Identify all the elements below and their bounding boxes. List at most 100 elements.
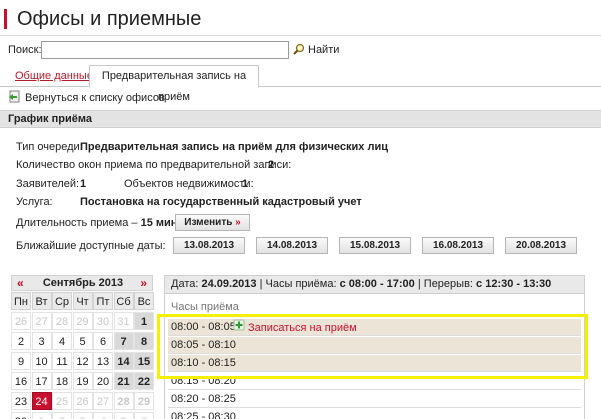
calendar-day: 27 bbox=[93, 392, 113, 410]
queue-type-row: Тип очереди: bbox=[16, 141, 83, 153]
queue-type-value: Предварительная запись на приём для физи… bbox=[80, 141, 388, 153]
calendar-day[interactable]: 9 bbox=[11, 352, 31, 370]
calendar-day[interactable]: 19 bbox=[72, 372, 93, 390]
time-slot[interactable]: 08:15 - 08:20 bbox=[168, 373, 581, 390]
windows-value: 2 bbox=[268, 159, 275, 171]
nearest-date-button[interactable]: 14.08.2013 bbox=[256, 237, 328, 254]
calendar-day[interactable]: 24 bbox=[31, 392, 52, 410]
calendar-day: 26 bbox=[72, 392, 93, 410]
windows-label: Количество окон приема по предварительно… bbox=[16, 159, 292, 171]
slots-column-title: Часы приёма bbox=[171, 301, 239, 313]
nearest-dates-label: Ближайшие доступные даты: bbox=[16, 240, 166, 252]
time-slot-label: 08:10 - 08:15 bbox=[171, 357, 236, 369]
schedule-header: Дата: 24.09.2013 | Часы приёма: с 08:00 … bbox=[165, 276, 584, 294]
calendar-day: 30 bbox=[11, 412, 31, 419]
calendar-day: 28 bbox=[52, 312, 72, 330]
tab-bar: Общие данные Предварительная запись на п… bbox=[0, 64, 601, 103]
search-button-label: Найти bbox=[308, 44, 340, 56]
service-label: Услуга: bbox=[16, 196, 53, 208]
tab-general[interactable]: Общие данные bbox=[15, 70, 93, 82]
calendar-day[interactable]: 11 bbox=[52, 352, 72, 370]
tab-appointment[interactable]: Предварительная запись на приём bbox=[89, 65, 259, 103]
service-value: Постановка на государственный кадастровы… bbox=[80, 196, 362, 208]
calendar-day[interactable]: 5 bbox=[72, 332, 93, 350]
search-button[interactable]: Найти bbox=[293, 42, 339, 58]
calendar-day: 8 bbox=[134, 332, 154, 350]
calendar-day[interactable]: 3 bbox=[31, 332, 52, 350]
calendar-day: 4 bbox=[93, 412, 113, 419]
time-slot[interactable]: 08:00 - 08:05 Записаться на приём bbox=[168, 319, 581, 336]
calendar-day: 26 bbox=[11, 312, 31, 330]
calendar-day: 30 bbox=[93, 312, 113, 330]
weekday-header: Ср bbox=[52, 292, 72, 310]
hours-label: Часы приёма: bbox=[265, 278, 337, 290]
back-to-offices-link[interactable]: Вернуться к списку офисов bbox=[8, 90, 165, 106]
calendar-day: 22 bbox=[134, 372, 154, 390]
title-bar: Офисы и приемные bbox=[0, 0, 601, 36]
calendar-header: « Сентябрь 2013 » bbox=[11, 275, 153, 291]
nearest-date-button[interactable]: 20.08.2013 bbox=[505, 237, 577, 254]
nearest-date-button[interactable]: 16.08.2013 bbox=[422, 237, 494, 254]
calendar-day[interactable]: 17 bbox=[31, 372, 52, 390]
time-slot[interactable]: 08:20 - 08:25 bbox=[168, 391, 581, 408]
calendar-day[interactable]: 4 bbox=[52, 332, 72, 350]
calendar-day: 3 bbox=[72, 412, 93, 419]
time-slot-label: 08:15 - 08:20 bbox=[171, 375, 236, 387]
calendar-day[interactable]: 10 bbox=[31, 352, 52, 370]
header-separator: | bbox=[259, 278, 263, 290]
objects-label: Объектов недвижимости: bbox=[124, 178, 254, 190]
calendar-day[interactable]: 18 bbox=[52, 372, 72, 390]
calendar-day: 1 bbox=[134, 312, 154, 330]
time-slot-label: 08:25 - 08:30 bbox=[171, 411, 236, 419]
page-title: Офисы и приемные bbox=[17, 8, 202, 30]
time-slot-label: 08:05 - 08:10 bbox=[171, 339, 236, 351]
search-row: Поиск: Найти bbox=[0, 40, 601, 60]
calendar-next-button[interactable]: » bbox=[140, 276, 147, 290]
date-value: 24.09.2013 bbox=[201, 278, 257, 290]
time-slot[interactable]: 08:05 - 08:10 bbox=[168, 337, 581, 354]
calendar-day[interactable]: 16 bbox=[11, 372, 31, 390]
time-slot[interactable]: 08:25 - 08:30 bbox=[168, 409, 581, 419]
weekday-header: Чт bbox=[72, 292, 93, 310]
calendar-day[interactable]: 2 bbox=[11, 332, 31, 350]
calendar-day: 15 bbox=[134, 352, 154, 370]
objects-value: 1 bbox=[242, 178, 249, 190]
calendar-day: 6 bbox=[134, 412, 154, 419]
time-slot-label: 08:20 - 08:25 bbox=[171, 393, 236, 405]
change-button-arrow: » bbox=[235, 217, 241, 228]
time-slot-label: 08:00 - 08:05 bbox=[171, 321, 236, 333]
calendar-day: 27 bbox=[31, 312, 52, 330]
calendar-day[interactable]: 12 bbox=[72, 352, 93, 370]
back-link-label: Вернуться к списку офисов bbox=[25, 92, 165, 104]
add-plus-icon bbox=[233, 319, 245, 337]
calendar-day: 25 bbox=[52, 392, 72, 410]
calendar-day[interactable]: 13 bbox=[93, 352, 113, 370]
weekday-header: Пн bbox=[11, 292, 31, 310]
search-input[interactable] bbox=[41, 41, 289, 59]
calendar-day: 14 bbox=[113, 352, 134, 370]
book-appointment-link[interactable]: Записаться на приём bbox=[233, 319, 357, 337]
weekday-header: Пт bbox=[93, 292, 113, 310]
break-value: с 12:30 - 13:30 bbox=[476, 278, 552, 290]
book-appointment-label: Записаться на приём bbox=[248, 321, 357, 334]
calendar-day: 21 bbox=[113, 372, 134, 390]
calendar-day: 5 bbox=[113, 412, 134, 419]
weekday-header: Вт bbox=[31, 292, 52, 310]
nearest-date-button[interactable]: 13.08.2013 bbox=[173, 237, 245, 254]
time-slot[interactable]: 08:10 - 08:15 bbox=[168, 355, 581, 372]
duration-value: 15 мин bbox=[140, 217, 178, 229]
calendar-day: 31 bbox=[113, 312, 134, 330]
back-arrow-icon bbox=[8, 90, 21, 106]
duration-label: Длительность приема – 15 мин bbox=[16, 217, 177, 229]
date-label: Дата: bbox=[171, 278, 199, 290]
calendar-day: 1 bbox=[31, 412, 52, 419]
calendar-day: 23 bbox=[11, 392, 31, 410]
search-label: Поиск: bbox=[8, 44, 42, 56]
calendar-day[interactable]: 6 bbox=[93, 332, 113, 350]
calendar-day: 29 bbox=[72, 312, 93, 330]
calendar-day[interactable]: 20 bbox=[93, 372, 113, 390]
change-button-label: Изменить bbox=[184, 217, 233, 228]
applicants-value: 1 bbox=[80, 178, 87, 190]
change-duration-button[interactable]: Изменить » bbox=[175, 214, 250, 231]
nearest-date-button[interactable]: 15.08.2013 bbox=[339, 237, 411, 254]
